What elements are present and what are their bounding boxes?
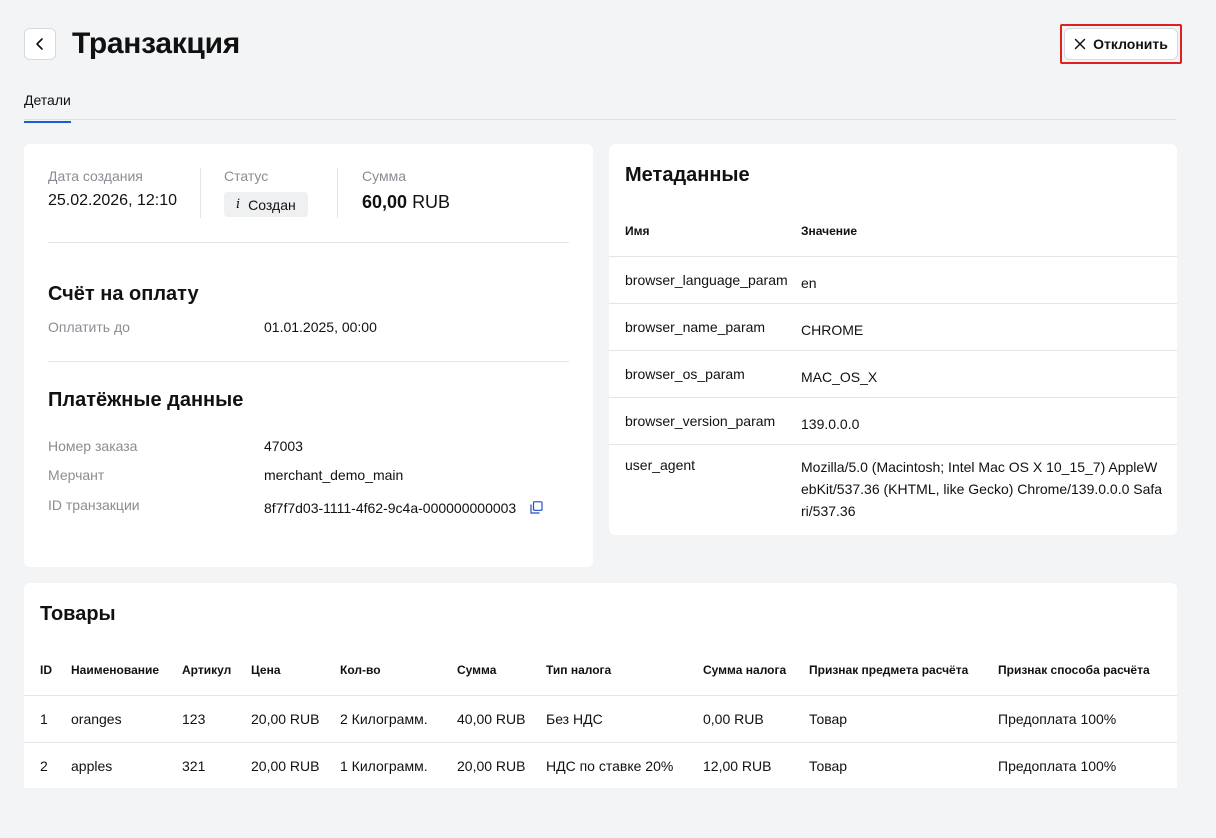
column-header-sku: Артикул: [182, 663, 232, 677]
column-header-tax-sum: Сумма налога: [703, 663, 787, 677]
meta-value: Mozilla/5.0 (Macintosh; Intel Mac OS X 1…: [801, 459, 1163, 519]
column-header-name: Наименование: [71, 663, 160, 677]
order-row: Номер заказа 47003: [48, 438, 568, 458]
cell-name: apples: [71, 758, 113, 774]
invoice-title: Счёт на оплату: [48, 283, 199, 305]
metadata-table: Имя Значение browser_language_param en b…: [609, 208, 1177, 535]
back-button[interactable]: [24, 28, 56, 60]
column-header-payment-method: Признак способа расчёта: [998, 663, 1150, 677]
divider: [337, 168, 338, 218]
column-header-sum: Сумма: [457, 663, 497, 677]
order-label: Номер заказа: [48, 438, 138, 454]
cell-price: 20,00 RUB: [251, 758, 320, 774]
page-title: Транзакция: [72, 27, 240, 60]
table-row: user_agent Mozilla/5.0 (Macintosh; Intel…: [609, 445, 1177, 535]
table-row: browser_version_param 139.0.0.0: [609, 398, 1177, 445]
cell-sku: 123: [182, 711, 206, 727]
divider: [48, 361, 569, 362]
meta-name: browser_version_param: [625, 413, 776, 429]
meta-value: 139.0.0.0: [801, 416, 860, 432]
goods-card: Товары ID Наименование Артикул Цена Кол-…: [24, 583, 1177, 788]
order-value: 47003: [264, 438, 303, 454]
meta-name: browser_name_param: [625, 319, 766, 335]
amount-value: 60,00 RUB: [362, 192, 450, 213]
cell-sum: 40,00 RUB: [457, 711, 526, 727]
cell-quantity: 2 Килограмм.: [340, 711, 428, 727]
cell-name: oranges: [71, 711, 122, 727]
details-card: Дата создания 25.02.2026, 12:10 Статус i…: [24, 144, 593, 567]
table-header: Имя Значение: [609, 208, 1177, 257]
column-header-price: Цена: [251, 663, 281, 677]
merchant-label: Мерчант: [48, 467, 105, 483]
column-header-payment-subject: Признак предмета расчёта: [809, 663, 969, 677]
created-label: Дата создания: [48, 168, 143, 184]
amount-label: Сумма: [362, 168, 406, 184]
table-row: 2 apples 321 20,00 RUB 1 Килограмм. 20,0…: [24, 743, 1177, 790]
cell-sku: 321: [182, 758, 206, 774]
txid-label: ID транзакции: [48, 497, 140, 513]
cell-price: 20,00 RUB: [251, 711, 320, 727]
meta-value: MAC_OS_X: [801, 369, 878, 385]
close-icon: [1074, 38, 1086, 50]
tab-details[interactable]: Детали: [24, 92, 71, 123]
table-row: browser_os_param MAC_OS_X: [609, 351, 1177, 398]
meta-value: en: [801, 275, 817, 291]
info-icon: i: [236, 197, 241, 212]
cell-sum: 20,00 RUB: [457, 758, 526, 774]
column-header-name: Имя: [625, 224, 650, 238]
cell-tax-type: Без НДС: [546, 711, 603, 727]
cell-payment-method: Предоплата 100%: [998, 711, 1117, 727]
table-header: ID Наименование Артикул Цена Кол-во Сумм…: [24, 647, 1177, 696]
pay-until-value: 01.01.2025, 00:00: [264, 319, 377, 335]
column-header-quantity: Кол-во: [340, 663, 381, 677]
cell-payment-subject: Товар: [809, 711, 848, 727]
column-header-id: ID: [40, 663, 52, 677]
divider: [200, 168, 201, 218]
reject-button[interactable]: Отклонить: [1064, 28, 1178, 60]
metadata-title: Метаданные: [625, 164, 750, 186]
merchant-value: merchant_demo_main: [264, 467, 404, 483]
txid-link[interactable]: 8f7f7d03-1111-4f62-9c4a-000000000003: [264, 500, 516, 516]
merchant-row: Мерчант merchant_demo_main: [48, 467, 568, 487]
chevron-left-icon: [36, 38, 43, 50]
page-header: Транзакция Отклонить: [24, 24, 1182, 64]
amount-currency: RUB: [412, 192, 451, 212]
amount-stat: Сумма 60,00 RUB: [362, 168, 450, 213]
meta-name: browser_os_param: [625, 366, 745, 382]
cell-quantity: 1 Килограмм.: [340, 758, 428, 774]
table-row: 1 oranges 123 20,00 RUB 2 Килограмм. 40,…: [24, 696, 1177, 743]
cell-tax-type: НДС по ставке 20%: [546, 758, 674, 774]
meta-value: CHROME: [801, 322, 864, 338]
pay-until-row: Оплатить до 01.01.2025, 00:00: [48, 319, 568, 339]
status-badge: i Создан: [224, 192, 308, 217]
table-row: browser_name_param CHROME: [609, 304, 1177, 351]
divider: [48, 242, 569, 243]
status-value: Создан: [248, 196, 296, 213]
column-header-value: Значение: [801, 224, 858, 238]
table-row: browser_language_param en: [609, 257, 1177, 304]
goods-table: ID Наименование Артикул Цена Кол-во Сумм…: [24, 647, 1177, 790]
cell-id: 2: [40, 758, 48, 774]
cell-id: 1: [40, 711, 48, 727]
column-header-tax-type: Тип налога: [546, 663, 612, 677]
cell-tax-sum: 12,00 RUB: [703, 758, 772, 774]
meta-name: user_agent: [625, 457, 696, 473]
amount-number: 60,00: [362, 192, 408, 212]
cell-tax-sum: 0,00 RUB: [703, 711, 764, 727]
meta-name: browser_language_param: [625, 272, 788, 288]
metadata-card: Метаданные Имя Значение browser_language…: [609, 144, 1177, 535]
copy-icon[interactable]: [530, 501, 543, 517]
reject-button-label: Отклонить: [1093, 36, 1168, 52]
status-label: Статус: [224, 168, 269, 184]
payment-title: Платёжные данные: [48, 389, 244, 411]
created-value: 25.02.2026, 12:10: [48, 192, 178, 209]
pay-until-label: Оплатить до: [48, 319, 130, 335]
cell-payment-subject: Товар: [809, 758, 848, 774]
tab-bar: Детали: [24, 88, 1176, 123]
goods-title: Товары: [40, 603, 116, 625]
cell-payment-method: Предоплата 100%: [998, 758, 1117, 774]
txid-row: ID транзакции 8f7f7d03-1111-4f62-9c4a-00…: [48, 497, 568, 517]
created-stat: Дата создания 25.02.2026, 12:10: [48, 168, 177, 210]
status-stat: Статус i Создан: [224, 168, 308, 217]
